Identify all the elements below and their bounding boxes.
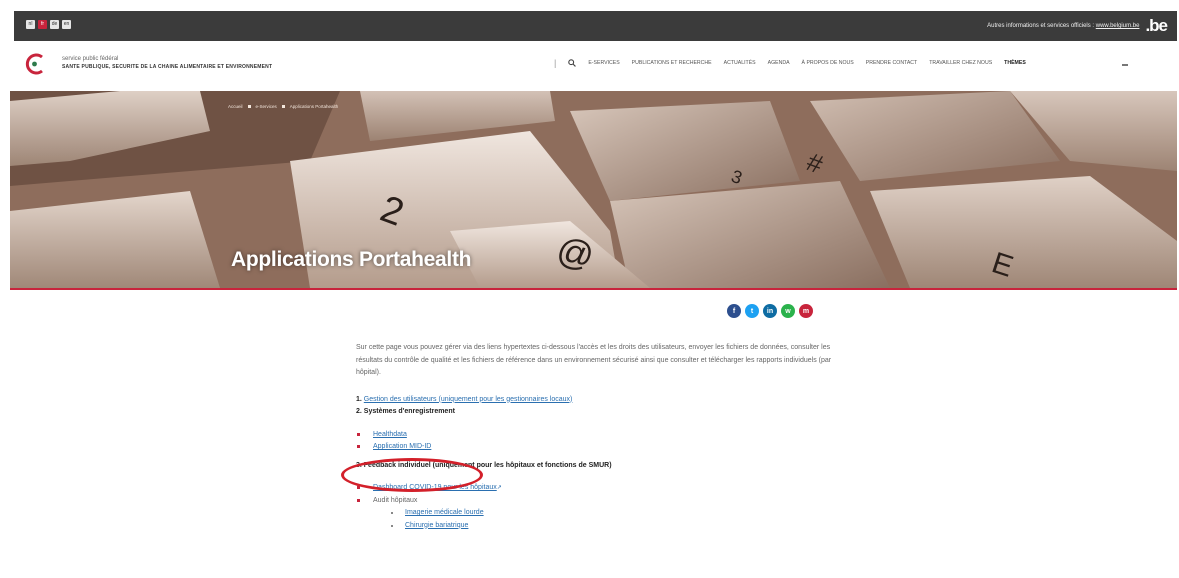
breadcrumb-separator: [247, 105, 251, 108]
breadcrumb-current: Applications Portahealth: [289, 104, 339, 109]
top-bar: nl fr de en Autres informations et servi…: [14, 11, 1177, 41]
breadcrumb-home[interactable]: Accueil: [228, 104, 243, 109]
list-item: Application MID-ID: [356, 441, 836, 454]
org-name-line2: SANTE PUBLIQUE, SECURITE DE LA CHAINE AL…: [62, 64, 273, 70]
registration-systems-list: Healthdata Application MID-ID: [356, 429, 836, 454]
audit-sublist: Imagerie médicale lourde Chirurgie baria…: [373, 507, 836, 532]
list-item: Chirurgie bariatrique: [389, 520, 836, 533]
main-nav: | E-SERVICES PUBLICATIONS ET RECHERCHE A…: [554, 58, 1026, 68]
nav-actualites[interactable]: ACTUALITÉS: [724, 60, 756, 66]
linkedin-icon[interactable]: in: [763, 304, 777, 318]
belgium-link[interactable]: www.belgium.be: [1096, 23, 1140, 29]
section-1: 1. Gestion des utilisateurs (uniquement …: [356, 394, 836, 407]
chevron-down-icon[interactable]: [1122, 64, 1128, 66]
hero-banner: 2 @ # 3 E: [10, 91, 1177, 288]
nav-separator: |: [554, 58, 557, 68]
mail-icon[interactable]: m: [799, 304, 813, 318]
nav-agenda[interactable]: AGENDA: [768, 60, 790, 66]
list-item: Imagerie médicale lourde: [389, 507, 836, 520]
breadcrumb-eservices[interactable]: e-Services: [256, 104, 277, 109]
nav-themes[interactable]: THÈMES: [1004, 60, 1026, 66]
breadcrumb-separator: [281, 105, 285, 108]
mid-id-link[interactable]: Application MID-ID: [373, 443, 431, 450]
whatsapp-icon[interactable]: w: [781, 304, 795, 318]
keyboard-image: 2 @ # 3 E: [10, 91, 1177, 288]
language-switcher: nl fr de en: [26, 20, 71, 29]
nav-a-propos[interactable]: À PROPOS DE NOUS: [802, 60, 854, 66]
hero-divider: [10, 288, 1177, 290]
nav-publications[interactable]: PUBLICATIONS ET RECHERCHE: [632, 60, 712, 66]
chirurgie-link[interactable]: Chirurgie bariatrique: [405, 522, 468, 529]
breadcrumb: Accueil e-Services Applications Portahea…: [228, 104, 338, 109]
lang-nl[interactable]: nl: [26, 20, 35, 29]
spf-logo-icon[interactable]: [23, 53, 45, 75]
page-title: Applications Portahealth: [231, 248, 472, 271]
org-name-line1: service public fédéral: [62, 56, 119, 62]
section-1-number: 1.: [356, 395, 362, 403]
lang-fr[interactable]: fr: [38, 20, 47, 29]
nav-travailler[interactable]: TRAVAILLER CHEZ NOUS: [929, 60, 992, 66]
nav-contact[interactable]: PRENDRE CONTACT: [866, 60, 918, 66]
external-link-icon: ↗: [496, 485, 502, 491]
social-share: f t in w m: [727, 304, 813, 318]
highlight-annotation: [341, 458, 483, 492]
search-icon[interactable]: [568, 59, 577, 67]
official-info: Autres informations et services officiel…: [987, 16, 1168, 36]
audit-hospitals-label: Audit hôpitaux: [373, 496, 418, 504]
section-2-title: 2. Systèmes d'enregistrement: [356, 408, 455, 415]
facebook-icon[interactable]: f: [727, 304, 741, 318]
be-logo[interactable]: .be: [1145, 16, 1168, 36]
intro-text: Sur cette page vous pouvez gérer via des…: [356, 344, 832, 376]
twitter-icon[interactable]: t: [745, 304, 759, 318]
lang-en[interactable]: en: [62, 20, 71, 29]
user-management-link[interactable]: Gestion des utilisateurs (uniquement pou…: [364, 396, 573, 403]
list-item: Healthdata: [356, 429, 836, 442]
main-content: Sur cette page vous pouvez gérer via des…: [356, 342, 836, 532]
list-item: Audit hôpitaux Imagerie médicale lourde …: [356, 495, 836, 533]
healthdata-link[interactable]: Healthdata: [373, 431, 407, 438]
imagerie-link[interactable]: Imagerie médicale lourde: [405, 509, 484, 516]
official-info-text: Autres informations et services officiel…: [987, 23, 1140, 29]
nav-eservices[interactable]: E-SERVICES: [588, 60, 619, 66]
lang-de[interactable]: de: [50, 20, 59, 29]
site-header: service public fédéral SANTE PUBLIQUE, S…: [14, 41, 1177, 91]
org-name[interactable]: service public fédéral SANTE PUBLIQUE, S…: [62, 56, 272, 70]
